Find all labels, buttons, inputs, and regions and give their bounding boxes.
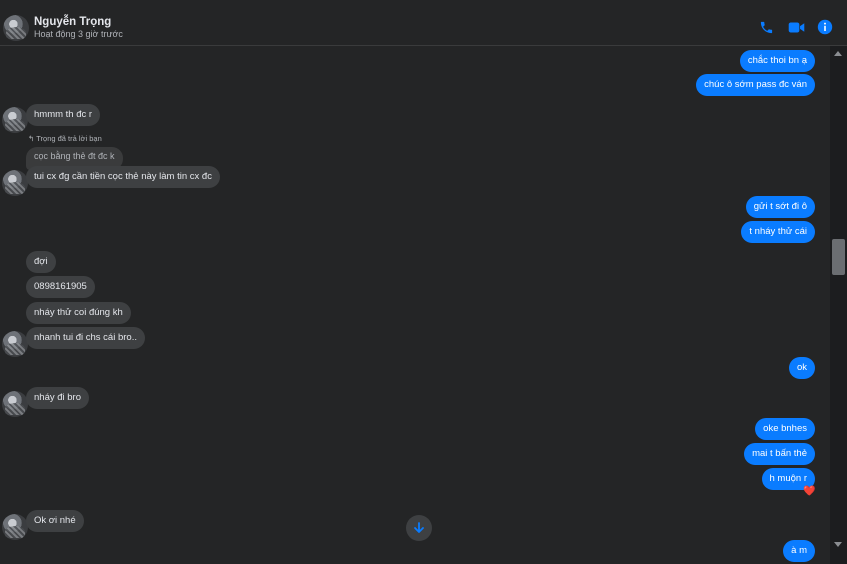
conversation-info-button[interactable] bbox=[816, 18, 834, 36]
message-incoming[interactable]: nháy đi bro bbox=[26, 387, 90, 409]
message-incoming[interactable]: nháy thử coi đúng kh bbox=[26, 302, 131, 324]
sender-avatar[interactable] bbox=[2, 107, 28, 133]
reply-indicator: ↰ Trọng đã trả lời bạn bbox=[28, 134, 102, 143]
message-incoming[interactable]: tui cx đg cần tiền cọc thẻ này làm tin c… bbox=[26, 166, 220, 188]
sender-avatar[interactable] bbox=[2, 514, 28, 540]
message-outgoing[interactable]: mai t bấn thẻ bbox=[744, 443, 815, 465]
message-outgoing[interactable]: gửi t sớt đi ô bbox=[745, 196, 815, 218]
scroll-up-arrow-icon[interactable] bbox=[834, 51, 842, 56]
arrow-down-icon bbox=[414, 522, 424, 533]
message-thread[interactable]: chắc thoi bn ạ chúc ô sớm pass đc ván hm… bbox=[0, 46, 830, 564]
contact-status: Hoạt động 3 giờ trước bbox=[34, 29, 123, 39]
sender-avatar[interactable] bbox=[2, 331, 28, 357]
sender-avatar[interactable] bbox=[2, 170, 28, 196]
message-outgoing[interactable]: oke bnhes bbox=[755, 418, 815, 440]
message-incoming[interactable]: 0898161905 bbox=[26, 276, 95, 298]
phone-icon bbox=[760, 21, 772, 33]
message-incoming[interactable]: hmmm th đc r bbox=[26, 104, 101, 126]
voice-call-button[interactable] bbox=[757, 18, 775, 36]
message-outgoing[interactable]: ok bbox=[788, 357, 815, 379]
scroll-down-arrow-icon[interactable] bbox=[834, 542, 842, 547]
message-incoming[interactable]: Ok ơi nhé bbox=[26, 510, 84, 532]
heart-reaction-icon[interactable]: ❤️ bbox=[803, 487, 815, 497]
contact-avatar[interactable] bbox=[3, 15, 29, 41]
message-outgoing[interactable]: chắc thoi bn ạ bbox=[739, 50, 815, 72]
video-call-button[interactable] bbox=[787, 18, 805, 36]
scroll-to-bottom-button[interactable] bbox=[406, 515, 432, 541]
video-camera-icon bbox=[788, 22, 804, 32]
info-icon bbox=[817, 19, 833, 35]
sender-avatar[interactable] bbox=[2, 391, 28, 417]
message-outgoing[interactable]: chúc ô sớm pass đc ván bbox=[696, 74, 815, 96]
contact-name[interactable]: Nguyễn Trọng bbox=[34, 16, 111, 28]
scrollbar-thumb[interactable] bbox=[832, 239, 845, 275]
message-outgoing[interactable]: à m bbox=[783, 540, 815, 562]
message-incoming[interactable]: đợi bbox=[26, 251, 56, 273]
message-outgoing[interactable]: t nháy thử cái bbox=[741, 221, 815, 243]
thread-scrollbar[interactable] bbox=[830, 46, 847, 564]
conversation-header: Nguyễn Trọng Hoạt động 3 giờ trước bbox=[0, 0, 847, 46]
message-incoming[interactable]: nhanh tui đi chs cái bro.. bbox=[26, 327, 145, 349]
